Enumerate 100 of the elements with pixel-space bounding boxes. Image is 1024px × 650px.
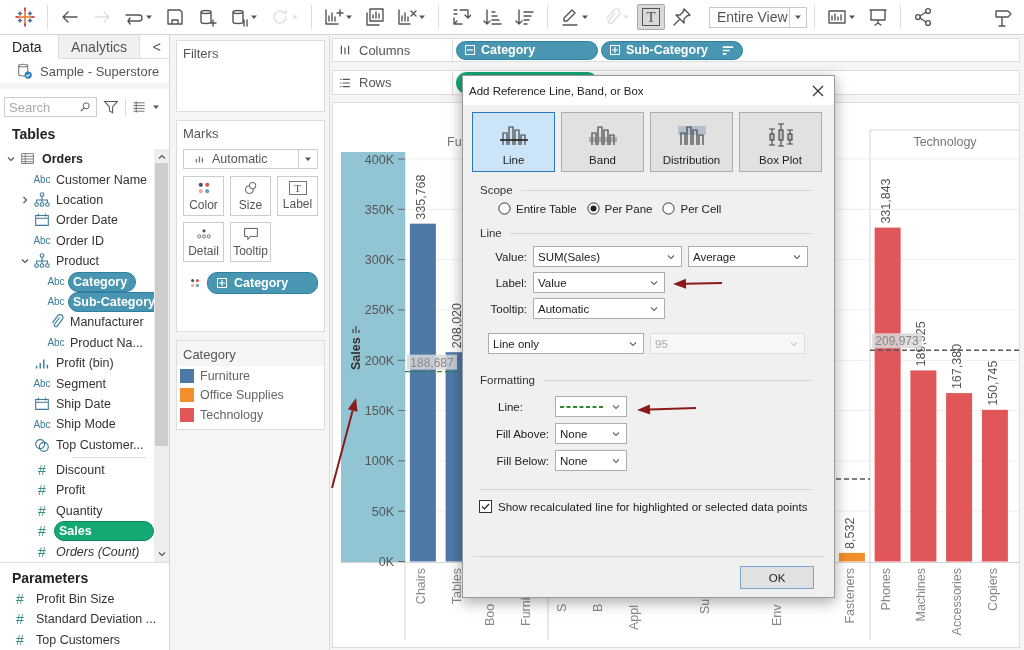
caret-icon (304, 155, 312, 163)
section-heading: Tables (11, 125, 57, 144)
clear-chart-icon (397, 7, 417, 27)
fit-dropdown[interactable]: Entire View (709, 6, 807, 28)
field-name[interactable]: Orders (Count) (52, 543, 146, 560)
field-name[interactable]: Customer Name (52, 171, 153, 188)
dropdown[interactable]: None (555, 450, 627, 471)
radio-button[interactable]: Entire Table (498, 202, 577, 215)
caret-icon (152, 103, 160, 111)
refresh-icon (270, 7, 290, 27)
mark-property-button[interactable]: T Label (277, 176, 318, 216)
reference-type-button[interactable]: Line (472, 112, 555, 172)
string-type-icon: Abc (32, 378, 52, 389)
tab[interactable]: Data (0, 35, 59, 60)
radio-icon (498, 202, 511, 215)
checkbox[interactable]: Show recalculated line for highlighted or selected data points (479, 500, 808, 513)
reference-type-button[interactable]: Box Plot (739, 112, 822, 172)
search-icon (79, 101, 91, 113)
mark-property-button[interactable]: Detail (183, 222, 224, 262)
mark-property-button[interactable]: Size (230, 176, 271, 216)
field-name[interactable]: Product Na... (66, 334, 149, 351)
field-name[interactable]: Discount (52, 462, 111, 479)
close-icon (812, 84, 824, 97)
reference-line-label: 188,687 (410, 355, 454, 370)
dropdown[interactable]: SUM(Sales) (533, 246, 682, 267)
show-labels-button[interactable]: T (637, 4, 665, 30)
tab[interactable]: Analytics (59, 35, 141, 59)
radio-button[interactable]: Per Cell (662, 202, 722, 215)
category-label: Su (698, 598, 712, 614)
save-icon (165, 7, 185, 27)
field-name[interactable]: Quantity (52, 502, 109, 519)
expand-toggle[interactable] (20, 195, 30, 205)
string-type-icon: Abc (32, 174, 52, 186)
parameter-name[interactable]: Top Customers (36, 632, 121, 647)
section-heading: Scope (480, 184, 513, 196)
view-options-button[interactable] (132, 100, 160, 114)
field-name[interactable]: Order ID (52, 232, 110, 249)
field-label: Fill Above: (494, 427, 549, 440)
size-icon (242, 180, 259, 196)
radio-icon (662, 202, 676, 215)
search-field[interactable]: Search (4, 97, 97, 117)
reference-type-button[interactable]: Distribution (650, 112, 733, 172)
reference-line[interactable] (835, 478, 871, 480)
dropdown[interactable]: Value (533, 272, 665, 293)
field-label: Line: (497, 400, 524, 413)
bar-value-label: 331,843 (878, 178, 893, 224)
field-name[interactable]: Product (52, 253, 106, 270)
legend-label: Furniture (200, 368, 251, 383)
category-label: Tables (449, 568, 464, 605)
parameter-name[interactable]: Profit Bin Size (36, 592, 115, 606)
parameter-icon: # (14, 591, 26, 607)
field-name[interactable]: Location (52, 192, 110, 208)
axis-tick-label: 0K (378, 555, 394, 569)
field-name[interactable]: Profit (52, 482, 92, 499)
data-source-name[interactable]: Sample - Superstore (40, 63, 160, 79)
mark-property-button[interactable]: Color (183, 176, 224, 216)
sort-descending-icon (515, 7, 535, 27)
field-label: Label: (494, 276, 527, 289)
line-style-dropdown[interactable] (555, 396, 627, 417)
mark-property-button[interactable]: Tooltip (230, 222, 271, 262)
dropdown[interactable]: Line only (488, 333, 644, 354)
rows-icon (339, 76, 351, 89)
axis-title[interactable]: Sales (349, 337, 363, 370)
field-name[interactable]: Segment (52, 375, 113, 392)
reference-type-button[interactable]: Band (561, 112, 644, 172)
close-button[interactable] (812, 84, 824, 97)
radio-button[interactable]: Per Pane (586, 202, 653, 215)
field-label: Value: (494, 250, 527, 263)
field-name[interactable]: Profit (bin) (52, 355, 120, 372)
category-label: Phones (878, 568, 893, 611)
mark-type-dropdown[interactable]: Automatic (183, 149, 318, 169)
category-label: S (555, 603, 569, 612)
shelf-label: Rows (359, 75, 392, 90)
reference-line[interactable] (869, 349, 1019, 351)
field-name[interactable]: Order Date (52, 212, 124, 229)
filter-icon (103, 99, 119, 115)
shelf-label: Columns (359, 42, 411, 58)
dropdown[interactable]: Automatic (533, 298, 665, 319)
axis-tick-label: 100K (364, 454, 394, 469)
scrollbar[interactable] (154, 149, 169, 562)
annotation-arrow (637, 404, 697, 415)
hierarchy-icon (33, 191, 51, 209)
dropdown[interactable]: Average (688, 246, 808, 267)
field-name[interactable]: Ship Date (52, 395, 117, 412)
card-title: Marks (182, 125, 220, 143)
ok-button[interactable]: OK (740, 566, 814, 589)
category-label: Chairs (413, 568, 428, 605)
swap-icon (451, 7, 471, 27)
collapse-pane-button[interactable]: < (144, 38, 169, 55)
table-name[interactable]: Orders (38, 151, 89, 168)
category-label: B (591, 603, 605, 612)
dropdown[interactable]: None (555, 423, 627, 444)
parameter-name[interactable]: Standard Deviation ... (36, 612, 157, 627)
bar-value-label: 167,380 (950, 343, 965, 390)
caret-icon (581, 13, 589, 21)
show-me-icon (827, 7, 847, 27)
field-name[interactable]: Ship Mode (52, 416, 122, 433)
section-heading: Parameters (11, 568, 90, 588)
field-name[interactable]: Manufacturer (66, 314, 150, 331)
field-name[interactable]: Top Customer... (52, 436, 150, 453)
